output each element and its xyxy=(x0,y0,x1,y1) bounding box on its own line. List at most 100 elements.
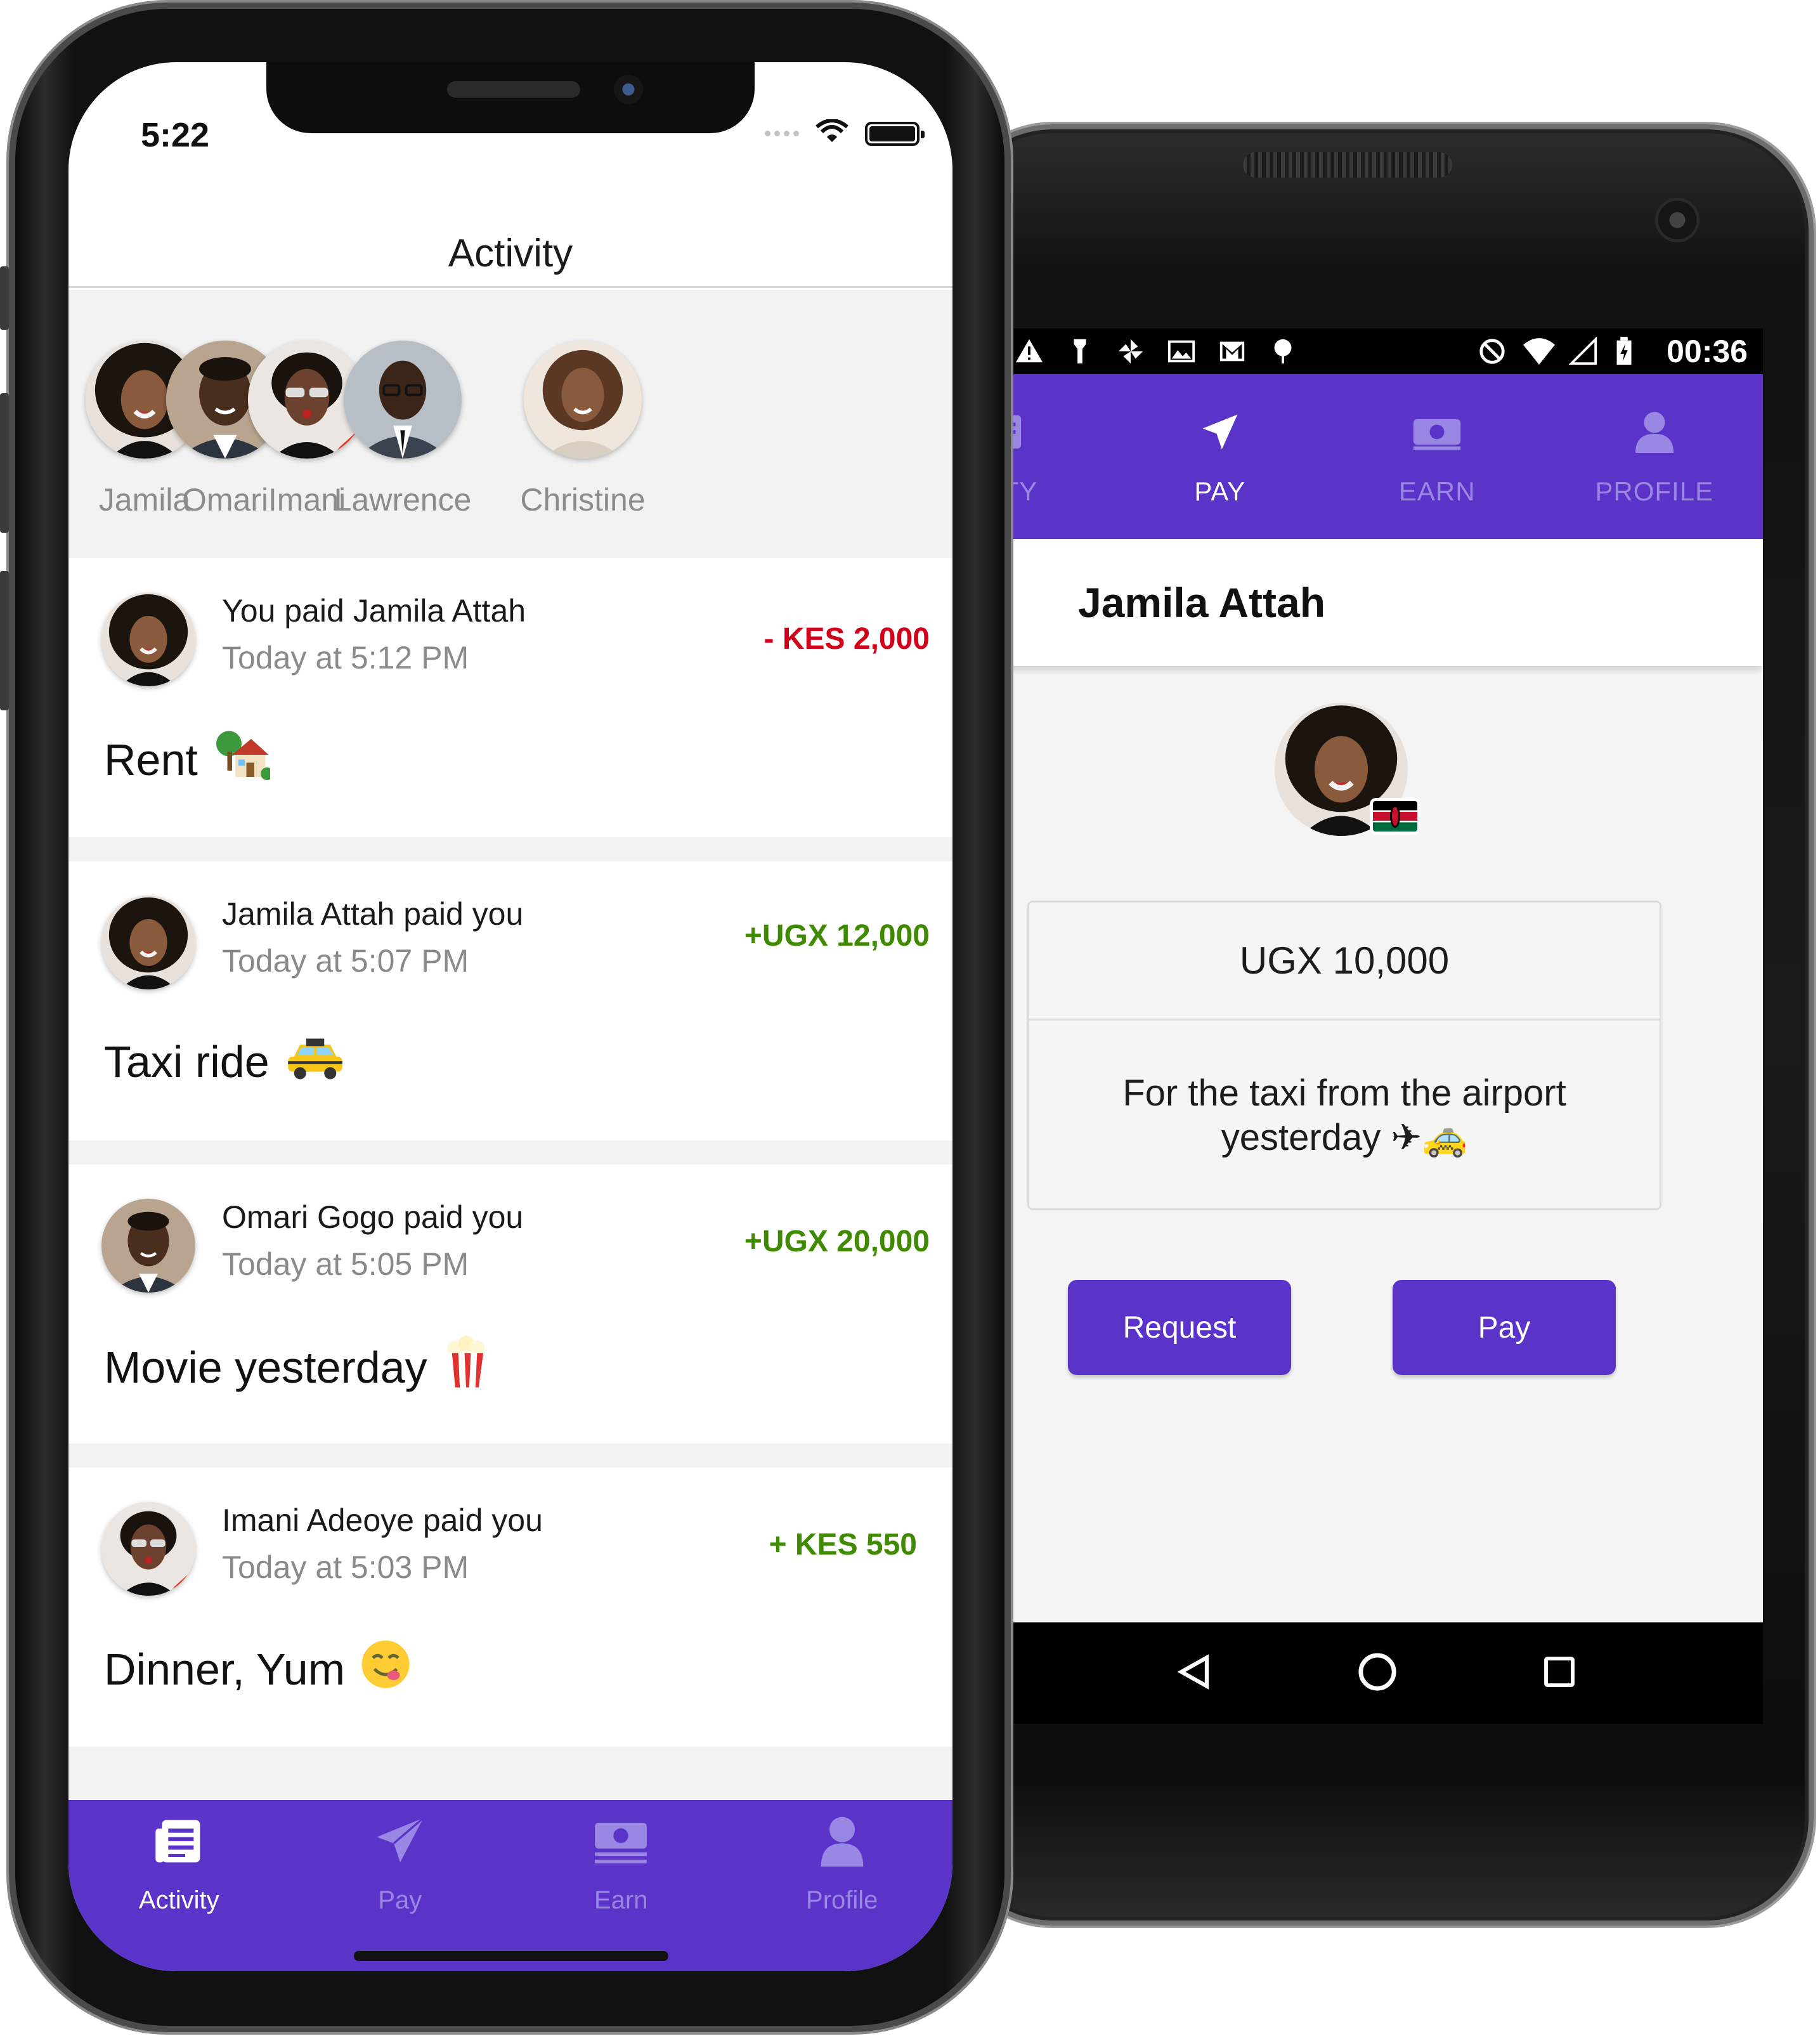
tab-label: Earn xyxy=(594,1886,648,1914)
contact-christine[interactable]: Christine xyxy=(500,341,665,518)
tab-earn[interactable]: Earn xyxy=(510,1800,732,1971)
android-nav-bar xyxy=(989,1622,1763,1724)
item-divider xyxy=(68,837,952,861)
tab-label: Activity xyxy=(138,1886,219,1914)
activity-headline: Omari Gogo paid you xyxy=(222,1199,524,1235)
activity-note: Movie yesterday xyxy=(104,1336,490,1399)
activity-headline: You paid Jamila Attah xyxy=(222,593,526,629)
avatar xyxy=(344,341,462,459)
activity-note-text: Taxi ride xyxy=(104,1037,270,1086)
tab-label: Pay xyxy=(378,1886,422,1914)
house-with-garden-icon xyxy=(213,729,273,790)
activity-note-text: Movie yesterday xyxy=(104,1343,427,1392)
android-recipient-header: Jamila Attah xyxy=(989,539,1763,666)
contact-name: Christine xyxy=(520,482,646,518)
android-tab-label: EARN xyxy=(1398,476,1476,506)
tab-label: Profile xyxy=(806,1886,878,1914)
android-tab-label: PAY xyxy=(1194,476,1246,506)
paper-plane-icon xyxy=(1199,407,1241,457)
activity-note: Taxi ride xyxy=(104,1033,346,1091)
banknote-icon xyxy=(593,1814,649,1868)
avatar xyxy=(101,1199,195,1293)
contact-name: Lawrence xyxy=(334,482,472,518)
avatar xyxy=(524,341,642,459)
activity-amount: + KES 550 xyxy=(769,1528,917,1562)
paper-plane-icon xyxy=(375,1814,426,1868)
avatar xyxy=(101,1502,195,1596)
ios-status-icons xyxy=(765,119,925,148)
tab-pay[interactable]: Pay xyxy=(290,1800,511,1971)
image-icon xyxy=(1167,337,1196,366)
payment-form-card: UGX 10,000 For the taxi from the airport… xyxy=(1027,901,1661,1210)
kenya-flag-icon xyxy=(1370,798,1420,835)
android-tab-earn[interactable]: EARN xyxy=(1329,374,1546,539)
nav-title-bar: Activity xyxy=(68,221,952,288)
activity-note: Dinner, Yum xyxy=(104,1639,411,1700)
activity-headline: Imani Adeoye paid you xyxy=(222,1503,543,1538)
android-tab-label: PROFILE xyxy=(1595,476,1714,506)
activity-item[interactable]: Omari Gogo paid you Today at 5:05 PM +UG… xyxy=(68,1164,952,1444)
notch xyxy=(266,62,755,133)
location-pin-icon xyxy=(1268,337,1297,366)
home-icon[interactable] xyxy=(1356,1651,1398,1696)
amount-field[interactable]: UGX 10,000 xyxy=(1029,903,1660,1020)
cell-signal-icon xyxy=(765,131,799,136)
android-tab-pay[interactable]: PAY xyxy=(1112,374,1329,539)
android-speaker-grille xyxy=(1243,152,1452,178)
pinwheel-icon xyxy=(1116,337,1145,366)
item-divider xyxy=(68,1140,952,1164)
front-camera xyxy=(614,75,643,104)
activity-timestamp: Today at 5:12 PM xyxy=(222,640,469,675)
recents-icon[interactable] xyxy=(1542,1654,1577,1693)
newspaper-icon xyxy=(153,1814,204,1868)
activity-headline: Jamila Attah paid you xyxy=(222,896,524,932)
ios-tab-bar: Activity Pay Earn Profile xyxy=(68,1800,952,1971)
activity-item[interactable]: Jamila Attah paid you Today at 5:07 PM +… xyxy=(68,861,952,1140)
back-icon[interactable] xyxy=(1175,1651,1213,1696)
ios-status-time: 5:22 xyxy=(141,116,210,154)
activity-note-text: Rent xyxy=(104,735,198,785)
activity-timestamp: Today at 5:03 PM xyxy=(222,1549,469,1585)
recipient-name: Jamila Attah xyxy=(1078,579,1326,626)
tab-profile[interactable]: Profile xyxy=(732,1800,953,1971)
battery-charging-icon xyxy=(1615,337,1644,366)
activity-amount: +UGX 12,000 xyxy=(744,919,930,953)
home-indicator[interactable] xyxy=(354,1951,668,1961)
android-front-camera xyxy=(1655,198,1700,242)
wifi-icon xyxy=(816,119,848,148)
person-icon xyxy=(1635,407,1674,457)
activity-timestamp: Today at 5:05 PM xyxy=(222,1246,469,1282)
activity-timestamp: Today at 5:07 PM xyxy=(222,943,469,979)
page-title: Activity xyxy=(448,231,573,275)
volume-up-button xyxy=(0,393,9,533)
note-field[interactable]: For the taxi from the airport yesterday … xyxy=(1029,1020,1660,1211)
earpiece-speaker xyxy=(447,81,580,98)
avatar xyxy=(101,592,195,686)
banknote-icon xyxy=(1412,407,1462,457)
popcorn-icon xyxy=(443,1336,490,1399)
yum-face-icon xyxy=(360,1639,411,1700)
item-divider xyxy=(68,1747,952,1800)
activity-item[interactable]: Imani Adeoye paid you Today at 5:03 PM +… xyxy=(68,1468,952,1747)
wifi-icon xyxy=(1523,337,1556,366)
android-tab-profile[interactable]: PROFILE xyxy=(1546,374,1764,539)
volume-down-button xyxy=(0,571,9,710)
do-not-disturb-icon xyxy=(1478,337,1507,366)
battery-icon xyxy=(865,121,925,146)
taxi-icon xyxy=(285,1033,346,1091)
iphone-screen: 5:22 Activity Jamila Omari Imani Lawrenc… xyxy=(68,62,952,1971)
activity-item[interactable]: You paid Jamila Attah Today at 5:12 PM -… xyxy=(68,558,952,837)
avatar xyxy=(101,896,195,989)
activity-note: Rent xyxy=(104,729,273,790)
contact-lawrence[interactable]: Lawrence xyxy=(320,341,485,518)
android-top-tab-bar: IVITY PAY EARN PROFILE xyxy=(989,374,1763,539)
cell-signal-icon xyxy=(1568,336,1598,366)
flashlight-icon xyxy=(1065,337,1095,366)
android-status-bar: 00:36 xyxy=(989,329,1763,374)
activity-note-text: Dinner, Yum xyxy=(104,1645,346,1694)
request-button[interactable]: Request xyxy=(1068,1280,1291,1375)
tab-activity[interactable]: Activity xyxy=(68,1800,290,1971)
pay-button[interactable]: Pay xyxy=(1393,1280,1616,1375)
android-status-time: 00:36 xyxy=(1667,334,1748,369)
contacts-strip: Jamila Omari Imani Lawrence Christine xyxy=(68,290,952,564)
